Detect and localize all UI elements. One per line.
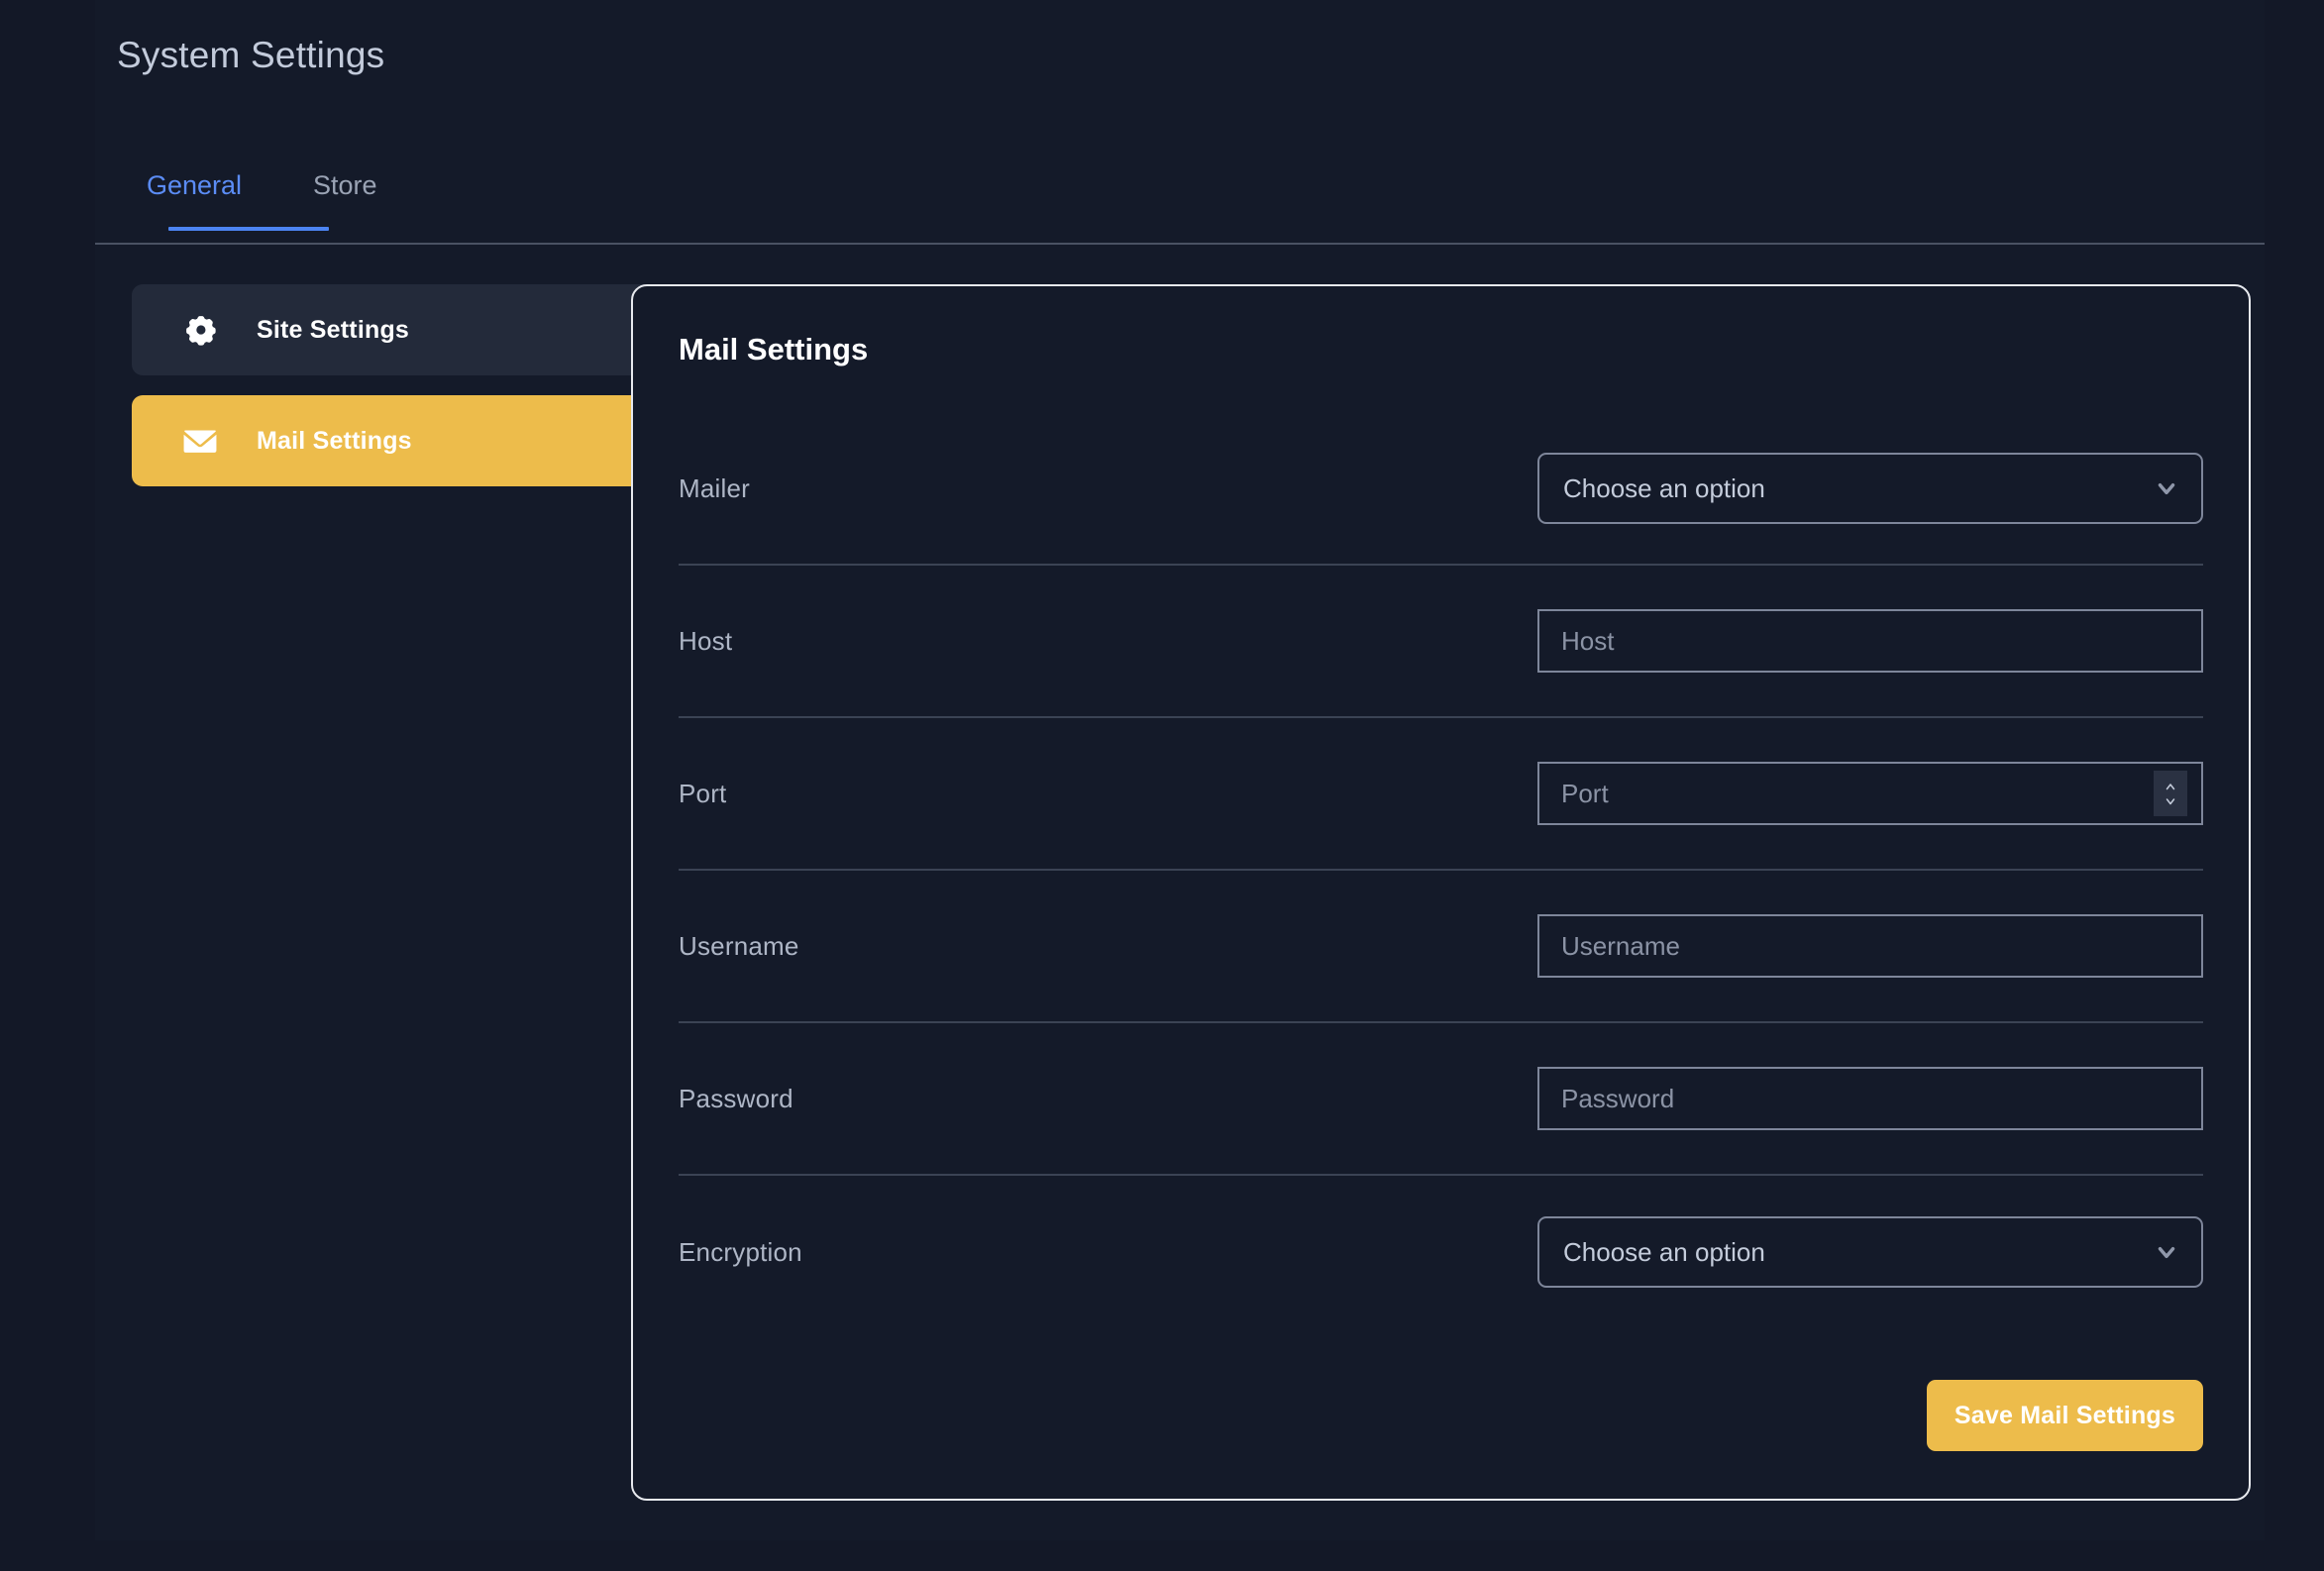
app-root: System Settings General Store Site Setti…	[0, 0, 2324, 1571]
mail-settings-form: Mailer Choose an option Host Host Port P…	[679, 413, 2203, 1328]
host-input[interactable]: Host	[1537, 609, 2203, 673]
mailer-select[interactable]: Choose an option	[1537, 453, 2203, 524]
page-title: System Settings	[117, 35, 385, 75]
sidebar-item-mail-settings-label: Mail Settings	[257, 426, 412, 455]
tab-general-label: General	[147, 170, 243, 200]
content-column: System Settings General Store Site Setti…	[95, 0, 2265, 1540]
chevron-down-icon	[2166, 797, 2175, 804]
chevron-down-icon	[2154, 475, 2179, 501]
card-footer: Save Mail Settings	[1926, 1380, 2203, 1451]
username-input[interactable]: Username	[1537, 914, 2203, 978]
label-encryption: Encryption	[679, 1236, 802, 1267]
tab-active-indicator	[168, 227, 329, 231]
label-mailer: Mailer	[679, 472, 750, 503]
tab-general[interactable]: General	[147, 170, 329, 231]
username-input-placeholder: Username	[1561, 930, 1680, 961]
field-port: Port	[1451, 762, 2203, 825]
sidebar-item-mail-settings[interactable]: Mail Settings	[132, 395, 691, 486]
label-port: Port	[679, 778, 727, 808]
field-username: Username	[1451, 914, 2203, 978]
field-encryption: Choose an option	[1451, 1216, 2203, 1288]
port-number-stepper[interactable]	[2154, 771, 2187, 816]
tab-bar: General Store	[95, 151, 2265, 245]
form-row-encryption: Encryption Choose an option	[679, 1176, 2203, 1328]
tab-store-label: Store	[313, 170, 377, 200]
save-mail-settings-button[interactable]: Save Mail Settings	[1926, 1380, 2203, 1451]
mailer-select-value: Choose an option	[1563, 472, 1765, 503]
envelope-icon	[183, 424, 217, 458]
encryption-select[interactable]: Choose an option	[1537, 1216, 2203, 1288]
label-password: Password	[679, 1083, 793, 1113]
label-host: Host	[679, 625, 733, 656]
gear-icon	[183, 313, 217, 347]
chevron-down-icon	[2154, 1239, 2179, 1265]
form-row-username: Username Username	[679, 871, 2203, 1023]
form-row-mailer: Mailer Choose an option	[679, 413, 2203, 566]
field-password: Password	[1451, 1067, 2203, 1130]
encryption-select-value: Choose an option	[1563, 1236, 1765, 1267]
tab-store[interactable]: Store	[313, 170, 377, 231]
port-input[interactable]: Port	[1537, 762, 2203, 825]
password-input[interactable]: Password	[1537, 1067, 2203, 1130]
settings-body: Site Settings Mail Settings Mail Setting…	[95, 245, 2265, 1540]
mail-settings-card: Mail Settings Mailer Choose an option Ho…	[631, 284, 2251, 1501]
card-title: Mail Settings	[679, 332, 869, 367]
host-input-placeholder: Host	[1561, 625, 1615, 656]
form-row-host: Host Host	[679, 566, 2203, 718]
settings-sidebar: Site Settings Mail Settings	[132, 284, 691, 506]
form-row-port: Port Port	[679, 718, 2203, 871]
field-host: Host	[1451, 609, 2203, 673]
chevron-up-icon	[2166, 783, 2175, 789]
password-input-placeholder: Password	[1561, 1083, 1675, 1113]
sidebar-item-site-settings[interactable]: Site Settings	[132, 284, 691, 375]
port-input-placeholder: Port	[1561, 778, 1609, 808]
label-username: Username	[679, 930, 799, 961]
form-row-password: Password Password	[679, 1023, 2203, 1176]
field-mailer: Choose an option	[1451, 453, 2203, 524]
sidebar-item-site-settings-label: Site Settings	[257, 315, 410, 344]
